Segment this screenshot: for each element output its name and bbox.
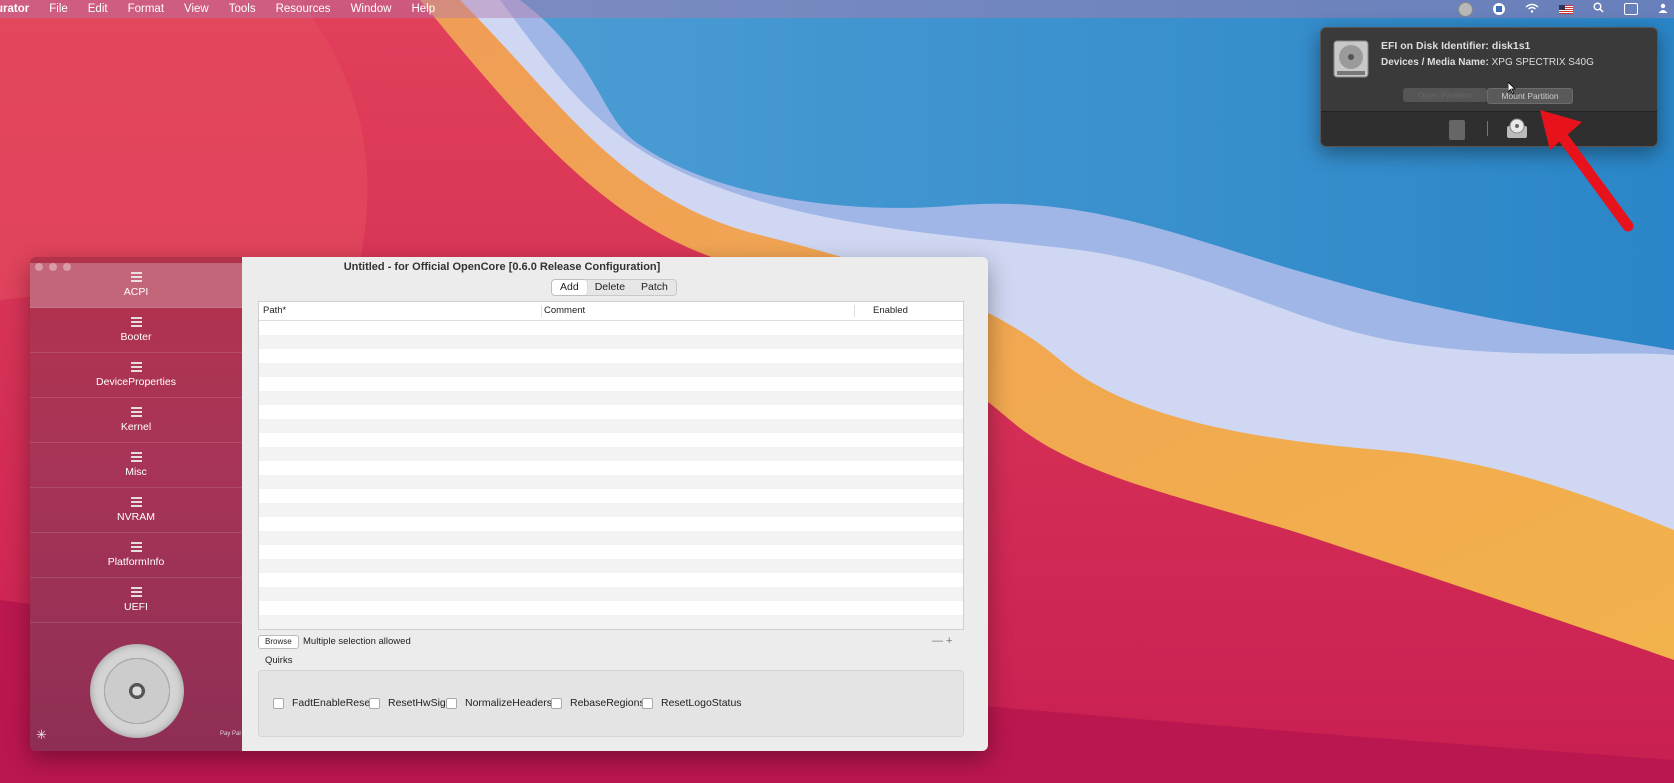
add-remove-buttons[interactable]: — + xyxy=(932,635,952,647)
window-title: Untitled - for Official OpenCore [0.6.0 … xyxy=(343,261,661,273)
sidebar-item-kernel[interactable]: Kernel xyxy=(30,398,242,443)
sidebar-item-platforminfo[interactable]: PlatformInfo xyxy=(30,533,242,578)
browse-button[interactable]: Browse xyxy=(258,635,299,649)
quirk-rebaseregions[interactable]: RebaseRegions xyxy=(551,697,645,709)
opencore-disc-icon xyxy=(90,644,184,738)
menu-tools[interactable]: Tools xyxy=(219,3,266,15)
quirk-resethwsig[interactable]: ResetHwSig xyxy=(369,697,446,709)
list-icon xyxy=(130,272,142,282)
sidebar-item-label: ACPI xyxy=(123,286,149,298)
quirk-label: FadtEnableReset xyxy=(292,697,374,709)
menu-file[interactable]: File xyxy=(39,3,78,15)
menu-resources[interactable]: Resources xyxy=(266,3,341,15)
opencore-configurator-window: ACPI Booter DeviceProperties Kernel Misc… xyxy=(30,257,988,751)
tab-patch[interactable]: Patch xyxy=(633,280,676,295)
multiple-selection-label: Multiple selection allowed xyxy=(303,636,411,647)
sidebar-item-nvram[interactable]: NVRAM xyxy=(30,488,242,533)
menu-help[interactable]: Help xyxy=(401,3,445,15)
user-icon[interactable] xyxy=(1658,3,1668,16)
quirks-panel: FadtEnableReset ResetHwSig NormalizeHead… xyxy=(258,670,964,737)
share-icon[interactable]: ✳ xyxy=(36,727,47,743)
status-icons xyxy=(1458,0,1668,18)
sidebar-item-deviceproperties[interactable]: DeviceProperties xyxy=(30,353,242,398)
checkbox[interactable] xyxy=(446,697,457,709)
us-flag-icon[interactable] xyxy=(1559,4,1573,14)
tab-delete[interactable]: Delete xyxy=(587,280,633,295)
menu-format[interactable]: Format xyxy=(118,3,174,15)
menu-view[interactable]: View xyxy=(174,3,219,15)
paypal-icon[interactable]: Pay Pal xyxy=(220,731,241,738)
checkbox[interactable] xyxy=(551,697,562,709)
acpi-add-table: Path* Comment Enabled xyxy=(258,301,964,630)
sidebar-item-label: Misc xyxy=(125,466,147,478)
quirk-label: ResetLogoStatus xyxy=(661,697,742,709)
column-header-path[interactable]: Path* xyxy=(263,305,286,316)
checkbox[interactable] xyxy=(642,697,653,709)
column-header-enabled[interactable]: Enabled xyxy=(873,305,908,316)
disk-utility-icon[interactable] xyxy=(1505,118,1529,140)
media-label: Devices / Media Name: xyxy=(1381,57,1489,68)
sidebar-item-label: PlatformInfo xyxy=(107,556,165,568)
sidebar-item-label: UEFI xyxy=(124,601,148,613)
sidebar-item-label: DeviceProperties xyxy=(96,376,176,388)
list-icon xyxy=(130,587,142,597)
table-rows[interactable] xyxy=(259,321,963,629)
list-icon xyxy=(130,542,142,552)
sidebar: ACPI Booter DeviceProperties Kernel Misc… xyxy=(30,257,242,751)
column-header-comment[interactable]: Comment xyxy=(544,305,585,316)
search-icon[interactable] xyxy=(1593,2,1604,16)
list-icon xyxy=(130,407,142,417)
disk-icon[interactable] xyxy=(1458,1,1473,17)
mount-partition-button[interactable]: Mount Partition xyxy=(1487,88,1573,104)
footer-divider xyxy=(1487,121,1488,136)
quirk-normalizeheaders[interactable]: NormalizeHeaders xyxy=(446,697,552,709)
sidebar-item-uefi[interactable]: UEFI xyxy=(30,578,242,623)
red-arrow-annotation xyxy=(1540,110,1634,232)
sidebar-item-misc[interactable]: Misc xyxy=(30,443,242,488)
quirk-fadtenablereset[interactable]: FadtEnableReset xyxy=(273,697,373,709)
quirks-label: Quirks xyxy=(265,655,293,666)
list-icon xyxy=(130,362,142,372)
sidebar-list: ACPI Booter DeviceProperties Kernel Misc… xyxy=(30,263,242,623)
column-divider xyxy=(541,305,542,317)
quirk-label: RebaseRegions xyxy=(570,697,645,709)
efi-label: EFI on Disk Identifier: xyxy=(1381,40,1489,52)
mouse-cursor xyxy=(1508,82,1516,94)
checkbox[interactable] xyxy=(273,697,284,709)
table-header: Path* Comment Enabled xyxy=(259,302,963,321)
menu-bar: urator File Edit Format View Tools Resou… xyxy=(0,0,1674,18)
sidebar-item-label: NVRAM xyxy=(117,511,155,523)
wifi-icon[interactable] xyxy=(1525,3,1539,16)
control-center-icon[interactable] xyxy=(1624,3,1638,15)
efi-identifier-line: EFI on Disk Identifier: disk1s1 xyxy=(1381,40,1530,52)
column-divider xyxy=(854,305,855,317)
quirk-resetlogostatus[interactable]: ResetLogoStatus xyxy=(642,697,742,709)
sidebar-item-acpi[interactable]: ACPI xyxy=(30,263,242,308)
document-icon[interactable] xyxy=(1449,120,1465,140)
list-icon xyxy=(130,452,142,462)
menu-app-name[interactable]: urator xyxy=(0,3,39,15)
tab-add[interactable]: Add xyxy=(552,280,587,295)
media-name: XPG SPECTRIX S40G xyxy=(1491,57,1594,68)
media-name-line: Devices / Media Name: XPG SPECTRIX S40G xyxy=(1381,57,1594,68)
sidebar-item-label: Booter xyxy=(120,331,152,343)
menu-edit[interactable]: Edit xyxy=(78,3,118,15)
checkbox[interactable] xyxy=(369,697,380,709)
quirk-label: NormalizeHeaders xyxy=(465,697,552,709)
disk-identifier: disk1s1 xyxy=(1491,40,1531,52)
quirk-label: ResetHwSig xyxy=(388,697,446,709)
sidebar-item-booter[interactable]: Booter xyxy=(30,308,242,353)
list-icon xyxy=(130,317,142,327)
list-icon xyxy=(130,497,142,507)
main-content: Untitled - for Official OpenCore [0.6.0 … xyxy=(242,257,988,751)
menu-window[interactable]: Window xyxy=(341,3,402,15)
hard-drive-icon xyxy=(1333,40,1369,78)
open-partition-button[interactable]: Open Partition xyxy=(1403,88,1487,102)
tab-segmented-control: Add Delete Patch xyxy=(551,279,677,296)
sidebar-item-label: Kernel xyxy=(120,421,152,433)
record-icon[interactable] xyxy=(1493,3,1505,15)
popover-buttons: Open Partition Mount Partition xyxy=(1403,88,1573,104)
